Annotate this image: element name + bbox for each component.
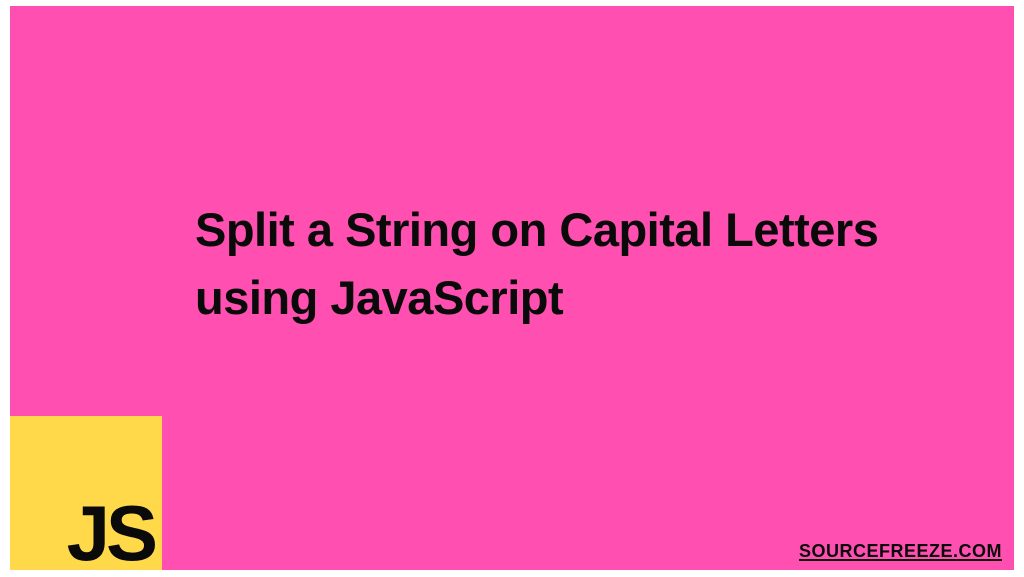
js-logo: JS	[10, 416, 162, 570]
banner-canvas: Split a String on Capital Letters using …	[10, 6, 1014, 570]
headline-text: Split a String on Capital Letters using …	[195, 196, 919, 332]
js-logo-text: JS	[67, 496, 154, 570]
watermark-text: SOURCEFREEZE.COM	[799, 541, 1002, 562]
